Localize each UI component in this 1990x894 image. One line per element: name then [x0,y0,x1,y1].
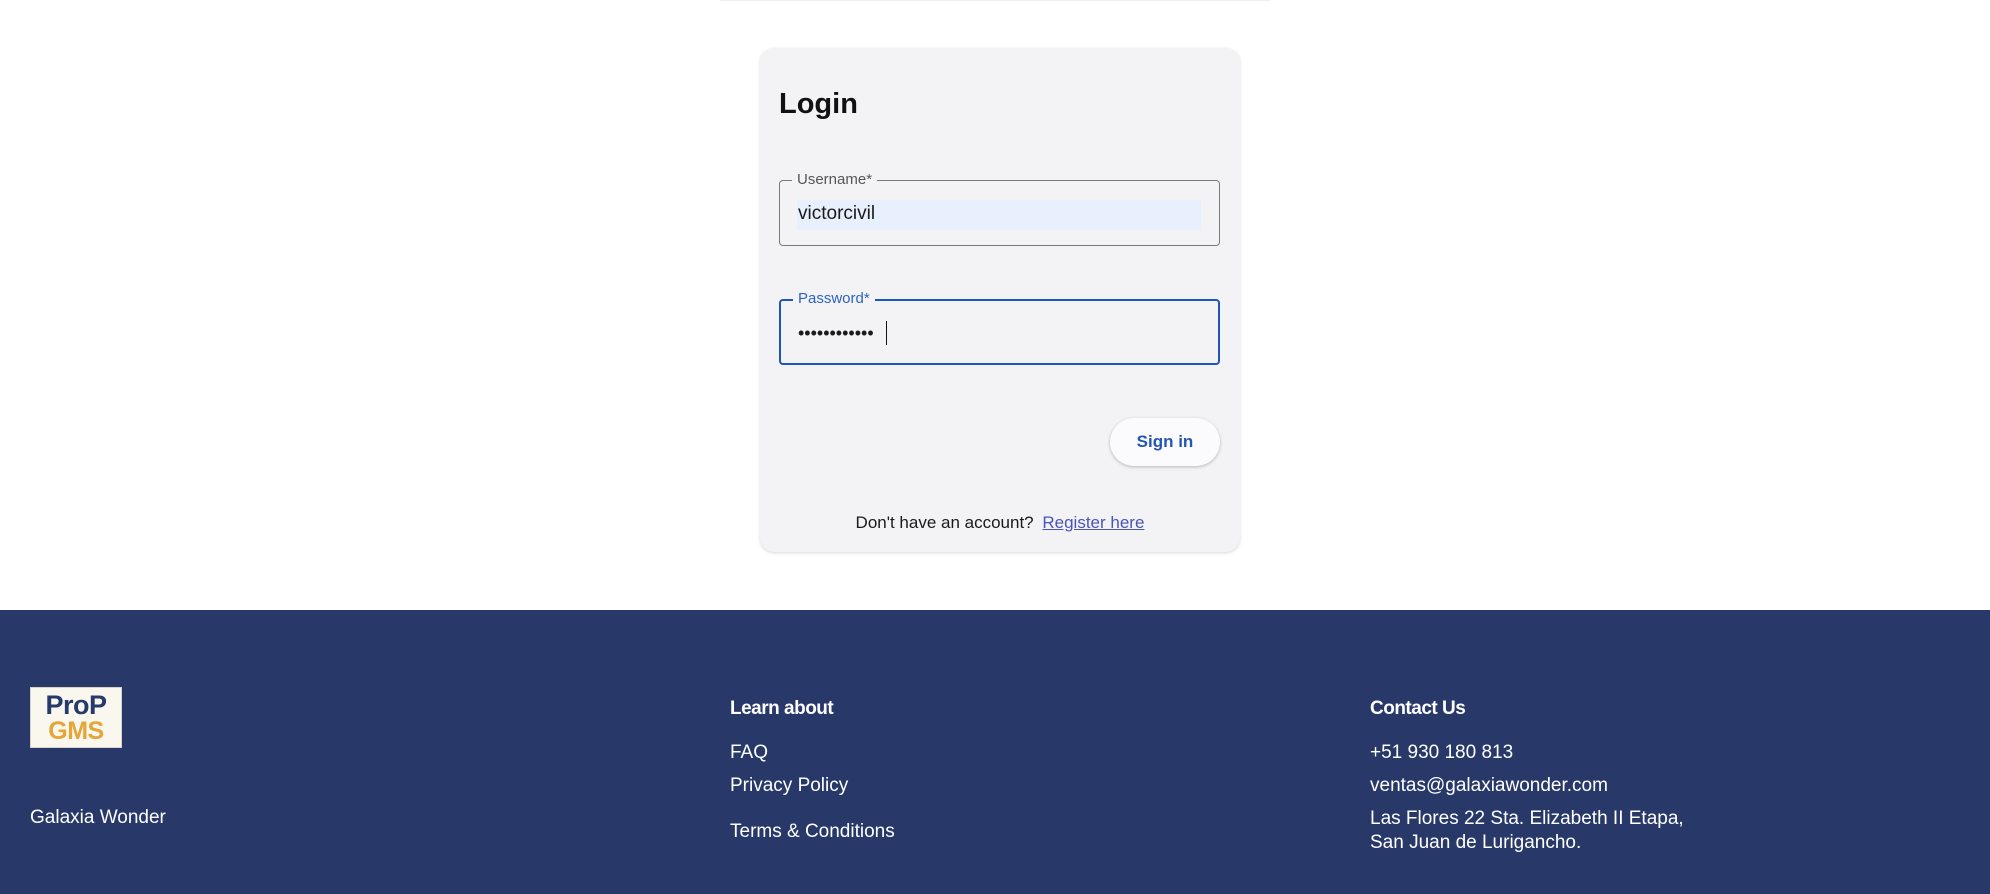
learn-about-title: Learn about [730,698,834,719]
contact-address-line-1: Las Flores 22 Sta. Elizabeth II Etapa, [1370,808,1684,829]
company-logo[interactable]: ProP GMS [30,687,122,748]
contact-email: ventas@galaxiawonder.com [1370,775,1608,796]
text-caret [886,321,887,345]
login-title: Login [779,88,858,120]
contact-address-line-2: San Juan de Lurigancho. [1370,832,1582,853]
contact-us-title: Contact Us [1370,698,1466,719]
username-input[interactable] [798,199,1198,229]
top-divider [720,0,1270,1]
sign-in-button[interactable]: Sign in [1110,418,1220,466]
register-row: Don't have an account? Register here [760,513,1240,533]
password-field[interactable]: Password* [779,291,1220,365]
login-card: Login Username* Password* Sign in Don't … [760,48,1240,552]
password-label: Password* [793,291,875,307]
privacy-policy-link[interactable]: Privacy Policy [730,775,848,797]
password-input[interactable] [798,318,1198,348]
footer: ProP GMS Galaxia Wonder Learn about FAQ … [0,610,1990,894]
company-name: Galaxia Wonder [30,807,166,828]
logo-line-2: GMS [48,717,104,745]
username-field[interactable]: Username* [779,172,1220,246]
register-prompt: Don't have an account? [855,513,1034,532]
page: Login Username* Password* Sign in Don't … [0,0,1990,894]
faq-link[interactable]: FAQ [730,742,768,764]
terms-conditions-link[interactable]: Terms & Conditions [730,821,895,843]
logo-line-1: ProP [45,690,107,720]
register-link[interactable]: Register here [1042,513,1144,532]
contact-phone: +51 930 180 813 [1370,742,1514,763]
username-label: Username* [792,172,878,188]
